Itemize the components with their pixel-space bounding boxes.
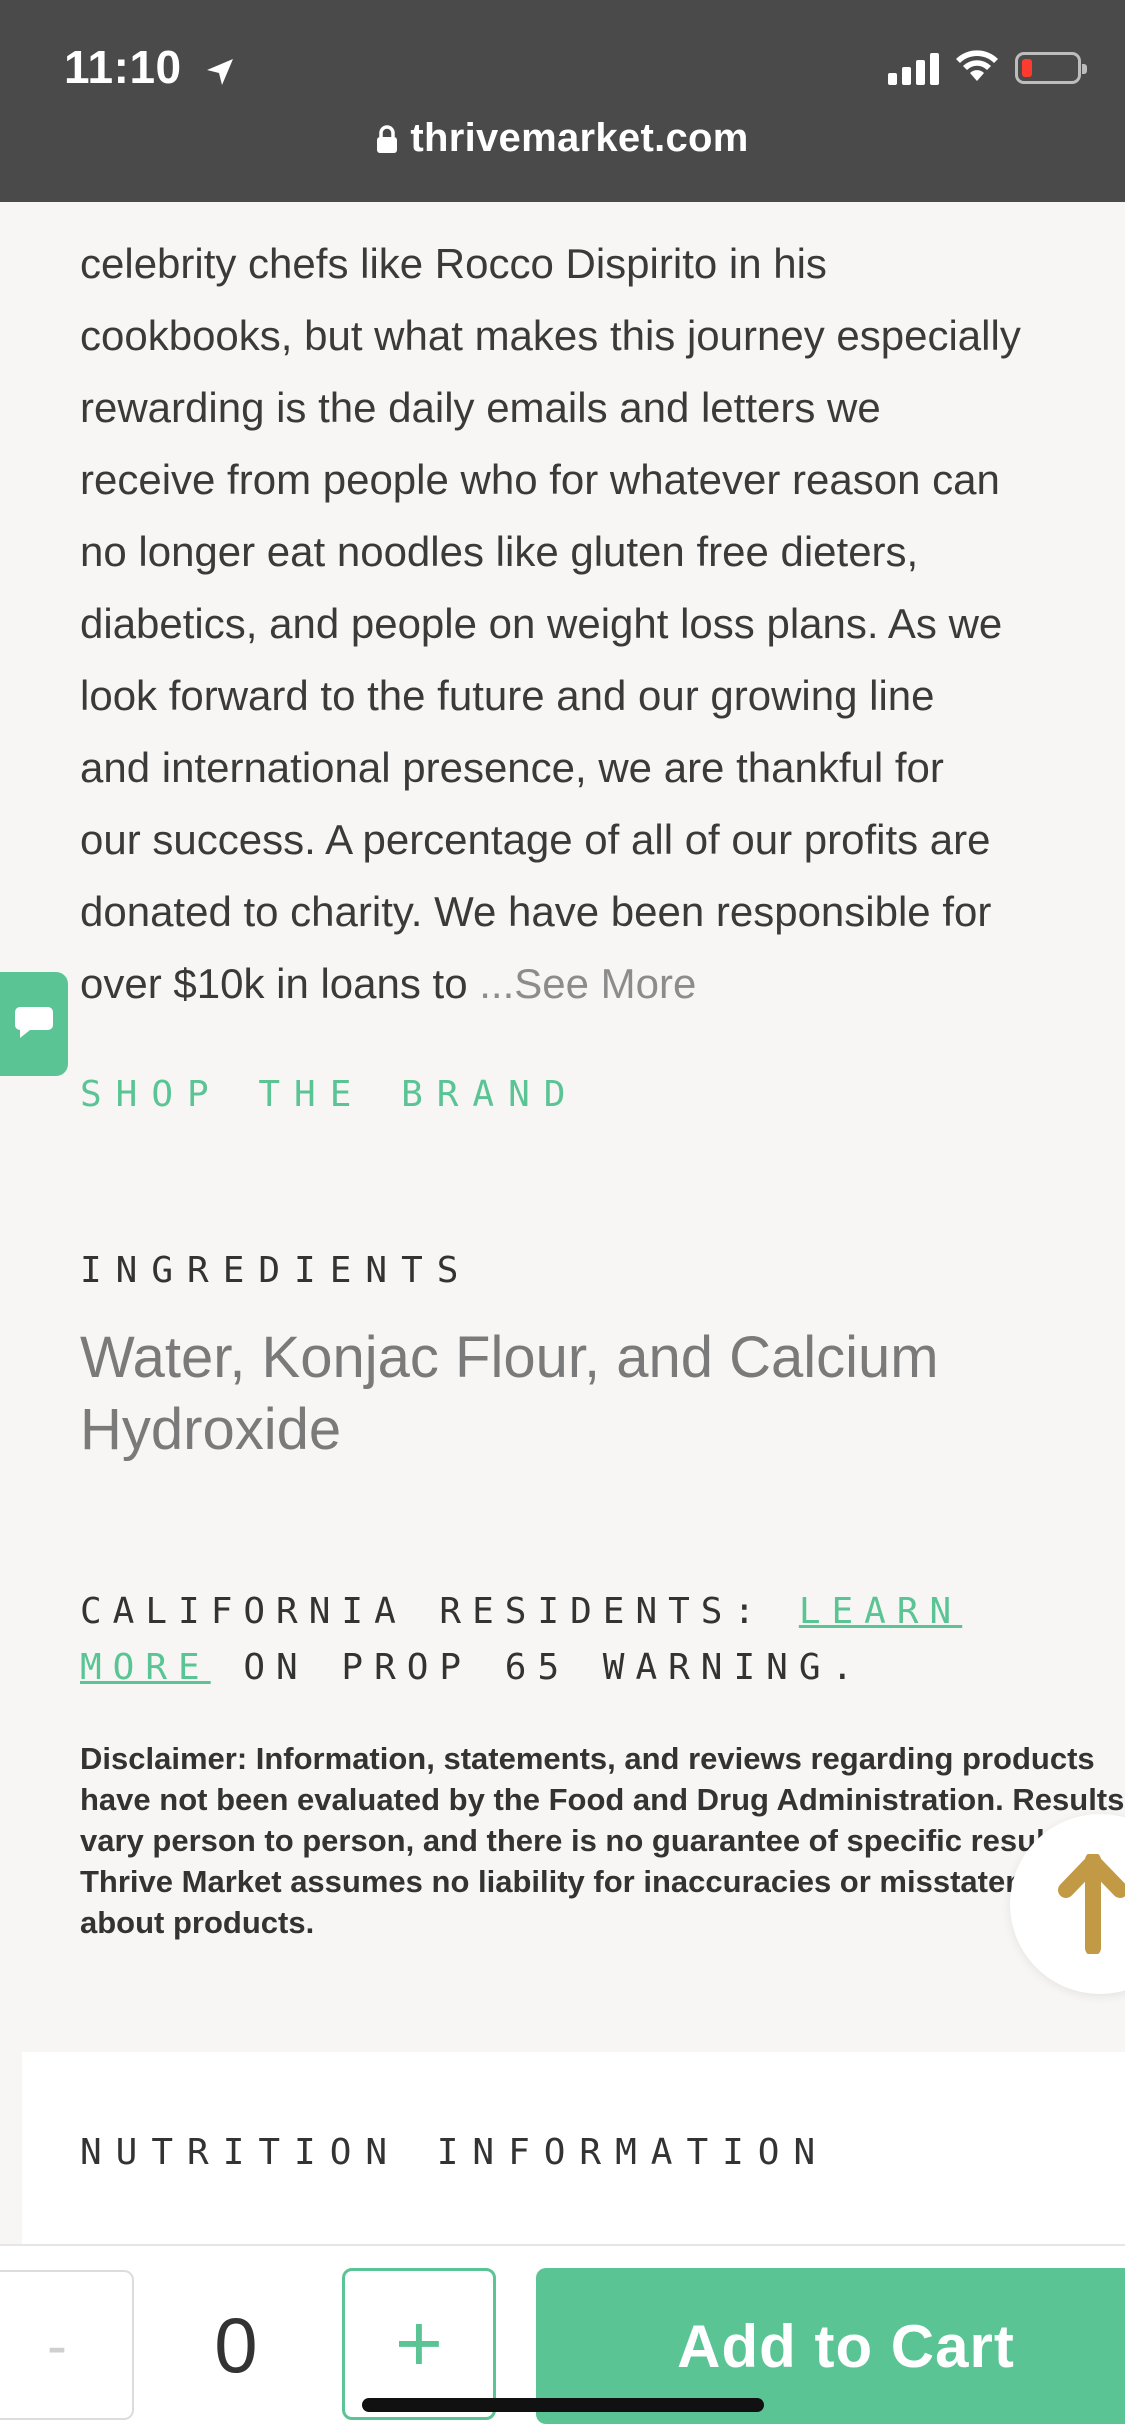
chat-button[interactable] [0, 972, 68, 1076]
home-indicator[interactable] [362, 2398, 764, 2412]
prop65-suffix: ON PROP 65 WARNING. [210, 1647, 865, 1688]
chat-bubble-icon [14, 1003, 54, 1046]
brand-description: celebrity chefs like Rocco Dispirito in … [80, 228, 1125, 1020]
status-indicators [888, 48, 1087, 88]
wifi-icon [955, 49, 999, 88]
page: 11:10 thrivemarket.com celebrity chefs l… [0, 0, 1125, 2436]
ingredients-text: Water, Konjac Flour, and Calcium Hydroxi… [80, 1325, 939, 1462]
disclaimer-text: Disclaimer: Information, statements, and… [80, 1741, 1125, 1940]
cellular-signal-icon [888, 51, 939, 85]
brand-description-text: celebrity chefs like Rocco Dispirito in … [80, 240, 1021, 1007]
see-more-link[interactable]: ...See More [479, 960, 696, 1007]
quantity-value: 0 [214, 2300, 258, 2389]
lock-icon [376, 119, 398, 164]
battery-low-icon [1015, 52, 1087, 84]
address-bar[interactable]: thrivemarket.com [0, 116, 1125, 164]
prop65-notice: CALIFORNIA RESIDENTS: LEARN MORE ON PROP… [80, 1584, 1120, 1696]
ingredients-heading: INGREDIENTS [80, 1250, 473, 1291]
browser-header: 11:10 thrivemarket.com [0, 0, 1125, 202]
shop-the-brand-link[interactable]: SHOP THE BRAND [80, 1074, 579, 1115]
nutrition-heading: NUTRITION INFORMATION [80, 2132, 830, 2173]
location-arrow-icon [205, 44, 235, 98]
nutrition-section: NUTRITION INFORMATION [22, 2052, 1125, 2252]
url-text: thrivemarket.com [410, 116, 749, 160]
decrease-quantity-button[interactable]: - [0, 2270, 134, 2420]
time-text: 11:10 [64, 41, 182, 93]
status-time: 11:10 [64, 40, 235, 98]
prop65-prefix: CALIFORNIA RESIDENTS: [80, 1591, 799, 1632]
